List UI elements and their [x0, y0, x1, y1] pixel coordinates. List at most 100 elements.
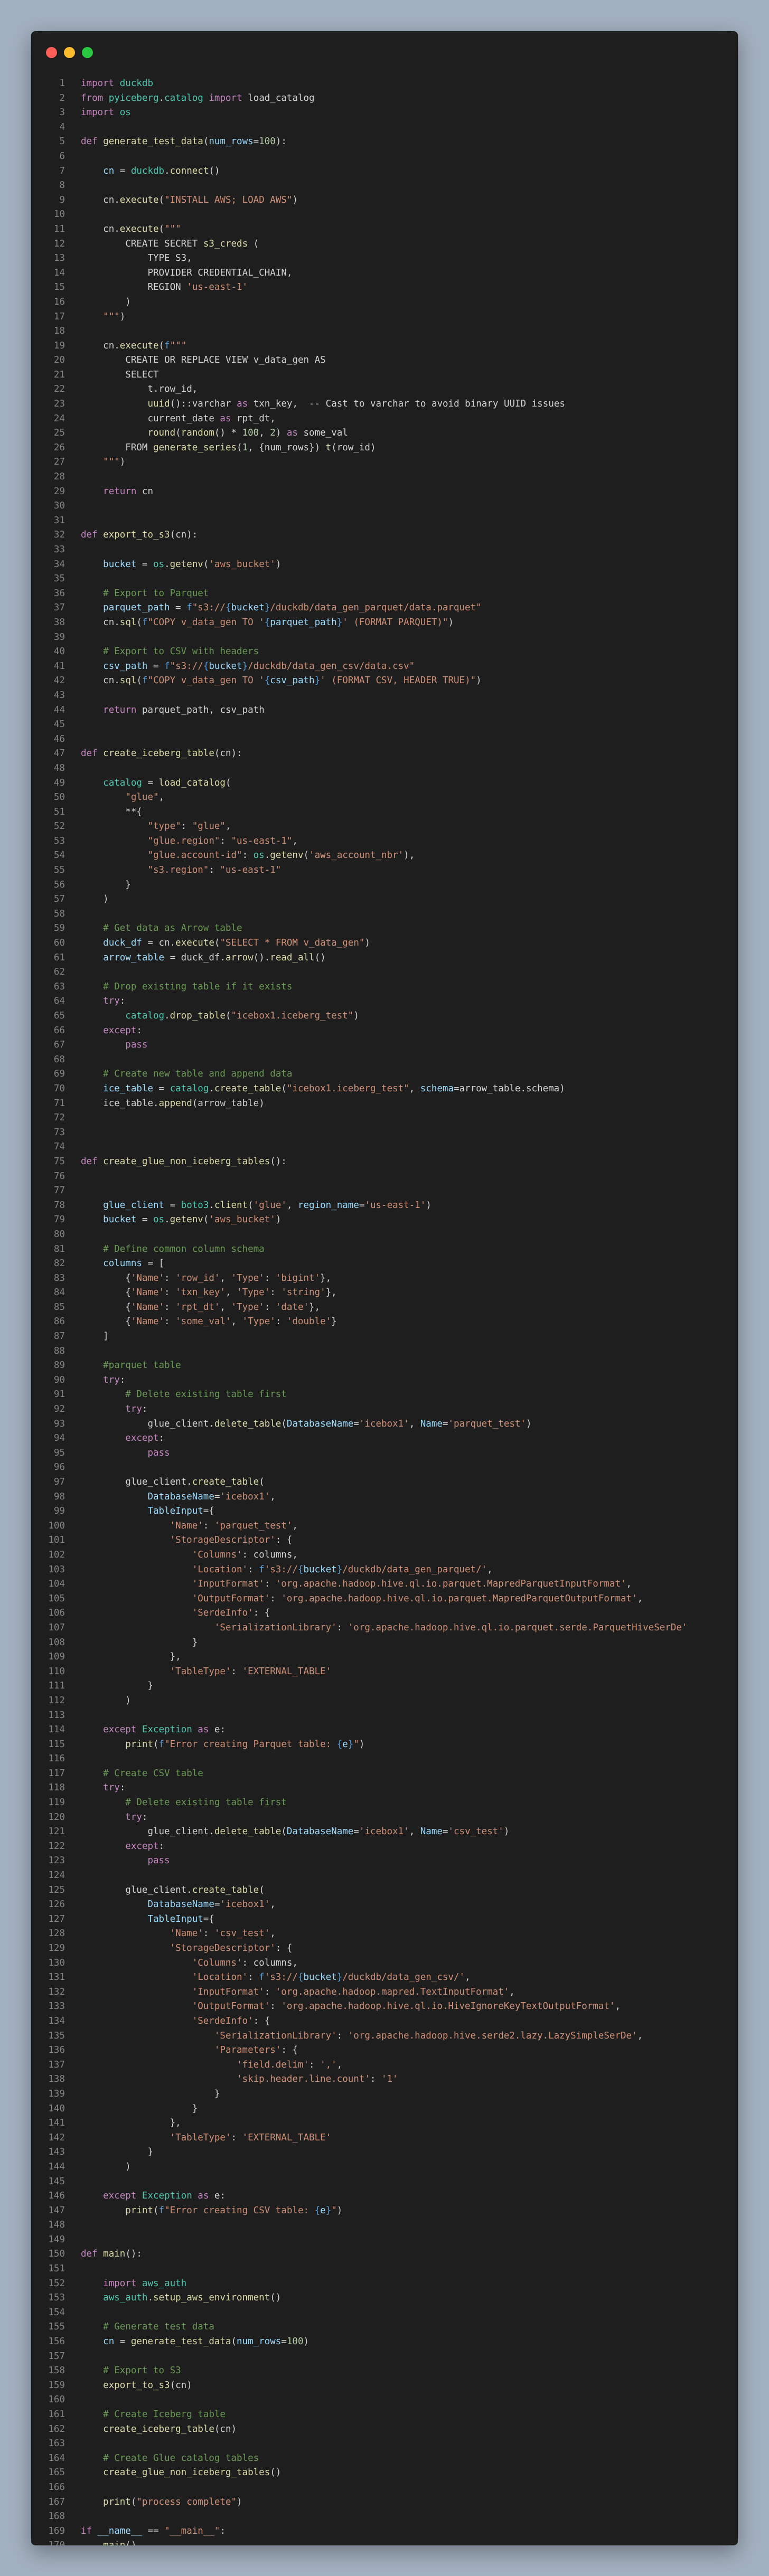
line-number: 22	[53, 384, 65, 395]
line-number: 67	[53, 1040, 65, 1051]
line-number: 51	[53, 806, 65, 817]
code-line: 100 'Name': 'parquet_test',	[31, 1519, 738, 1534]
code-text: bucket = os.getenv('aws_bucket')	[103, 1214, 282, 1225]
code-line: 167 print("process complete")	[31, 2495, 738, 2510]
line-number: 92	[53, 1404, 65, 1415]
line-number: 18	[53, 326, 65, 337]
line-number: 40	[53, 646, 65, 657]
line-number: 139	[48, 2088, 65, 2099]
code-line: 89 #parquet table	[31, 1358, 738, 1373]
line-number: 36	[53, 588, 65, 599]
code-text: columns = [	[103, 1258, 165, 1269]
code-line: 41 csv_path = f"s3://{bucket}/duckdb/dat…	[31, 659, 738, 674]
code-text: try:	[103, 1374, 126, 1385]
line-number: 99	[53, 1506, 65, 1517]
code-text: # Delete existing table first	[125, 1389, 287, 1400]
code-line: 20 CREATE OR REPLACE VIEW v_data_gen AS	[31, 353, 738, 368]
code-line: 169 if __name__ == "__main__":	[31, 2524, 738, 2539]
line-number: 84	[53, 1287, 65, 1298]
code-line: 153 aws_auth.setup_aws_environment()	[31, 2291, 738, 2306]
code-text: main()	[81, 2539, 136, 2545]
code-text: 'field.delim': ',',	[237, 2059, 343, 2070]
code-text: 'SerializationLibrary': 'org.apache.hado…	[214, 1622, 688, 1633]
close-dot-icon[interactable]	[46, 47, 57, 58]
code-line: 138 'skip.header.line.count': '1'	[31, 2072, 738, 2087]
code-text: try:	[125, 1404, 148, 1415]
line-number: 97	[53, 1477, 65, 1487]
code-text: 'Name': 'csv_test',	[170, 1928, 276, 1939]
code-line: 78 glue_client = boto3.client('glue', re…	[31, 1199, 738, 1213]
code-line: 111 }	[31, 1679, 738, 1694]
code-line: 17 """)	[31, 310, 738, 325]
code-text: 'TableType': 'EXTERNAL_TABLE'	[170, 2132, 332, 2143]
code-line: 107 'SerializationLibrary': 'org.apache.…	[31, 1621, 738, 1636]
code-text: return parquet_path, csv_path	[103, 704, 265, 715]
line-number: 72	[53, 1112, 65, 1124]
code-line: 150 def main():	[31, 2247, 738, 2262]
code-line: 26 FROM generate_series(1, {num_rows}) t…	[31, 441, 738, 456]
code-text: cn = generate_test_data(num_rows=100)	[103, 2336, 310, 2347]
code-line: 102 'Columns': columns,	[31, 1548, 738, 1563]
line-number: 68	[53, 1054, 65, 1065]
line-number: 30	[53, 501, 65, 512]
code-line: 38 cn.sql(f"COPY v_data_gen TO '{parquet…	[31, 616, 738, 630]
code-text: {'Name': 'some_val', 'Type': 'double'}	[81, 1316, 337, 1327]
code-line: 122 except:	[31, 1839, 738, 1854]
code-line: 141 },	[31, 2116, 738, 2131]
code-text: )	[81, 2161, 131, 2172]
code-line: 118 try:	[31, 1781, 738, 1796]
code-text: 'SerializationLibrary': 'org.apache.hado…	[214, 2030, 643, 2041]
minimize-dot-icon[interactable]	[64, 47, 75, 58]
code-window: 1 import duckdb 2 from pyiceberg.catalog im…	[31, 31, 738, 2545]
line-number: 117	[48, 1768, 65, 1779]
line-number: 89	[53, 1360, 65, 1371]
code-block: 1 import duckdb 2 from pyiceberg.catalog im…	[31, 77, 738, 2545]
code-text: PROVIDER CREDENTIAL_CHAIN,	[147, 267, 293, 278]
line-number: 87	[53, 1331, 65, 1342]
code-text: ]	[81, 1331, 109, 1342]
line-number: 158	[48, 2365, 65, 2376]
code-line: 3 import os	[31, 106, 738, 120]
line-number: 129	[48, 1943, 65, 1954]
line-number: 56	[53, 879, 65, 890]
code-line: 155 # Generate test data	[31, 2320, 738, 2335]
code-text: cn.execute(f"""	[103, 340, 187, 351]
code-text: 'Columns': columns,	[192, 1549, 298, 1560]
code-line: 49 catalog = load_catalog(	[31, 776, 738, 791]
code-line: 143 }	[31, 2145, 738, 2160]
code-line: 18	[31, 324, 738, 339]
code-text: """)	[103, 457, 126, 468]
code-line: 123 pass	[31, 1854, 738, 1869]
line-number: 27	[53, 457, 65, 468]
line-number: 162	[48, 2423, 65, 2435]
code-text: except:	[125, 1433, 165, 1444]
code-line: 94 except:	[31, 1431, 738, 1446]
code-line: 128 'Name': 'csv_test',	[31, 1927, 738, 1941]
code-text: },	[81, 2118, 181, 2129]
line-number: 132	[48, 1986, 65, 1997]
line-number: 164	[48, 2452, 65, 2464]
code-line: 92 try:	[31, 1402, 738, 1417]
code-text: create_iceberg_table(cn)	[103, 2423, 237, 2435]
line-number: 47	[53, 748, 65, 759]
code-line: 133 'OutputFormat': 'org.apache.hadoop.h…	[31, 1999, 738, 2014]
code-line: 34 bucket = os.getenv('aws_bucket')	[31, 558, 738, 572]
code-line: 125 glue_client.create_table(	[31, 1883, 738, 1898]
code-text: print(f"Error creating CSV table: {e}")	[125, 2205, 343, 2216]
line-number: 10	[53, 209, 65, 220]
line-number: 14	[53, 267, 65, 278]
code-text: )	[81, 1695, 131, 1706]
code-text: # Delete existing table first	[125, 1797, 287, 1808]
code-text: **{	[81, 806, 142, 817]
code-text: TableInput={	[147, 1913, 214, 1924]
code-text: except:	[125, 1841, 165, 1852]
line-number: 170	[31, 2539, 81, 2545]
code-text: # Create new table and append data	[103, 1069, 293, 1080]
line-number: 167	[48, 2496, 65, 2507]
code-text: )	[81, 296, 131, 307]
line-number: 66	[53, 1025, 65, 1036]
code-text: 'TableType': 'EXTERNAL_TABLE'	[170, 1666, 332, 1677]
code-line: 25 round(random() * 100, 2) as some_val	[31, 426, 738, 441]
line-number: 150	[48, 2249, 65, 2260]
maximize-dot-icon[interactable]	[82, 47, 93, 58]
